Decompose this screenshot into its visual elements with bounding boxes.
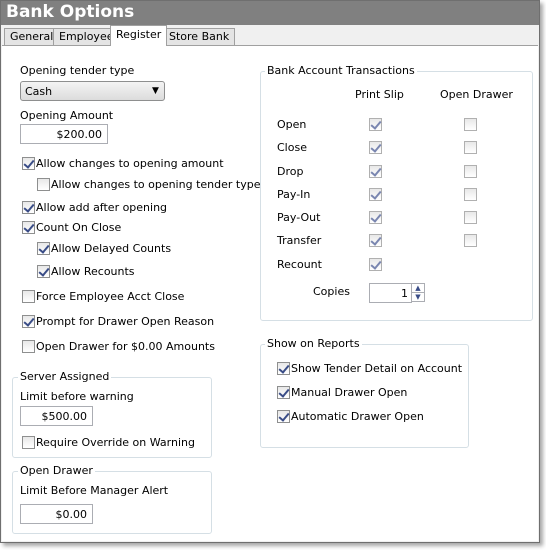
checkbox-5[interactable] <box>37 265 50 278</box>
open-drawer-checkbox[interactable] <box>464 165 477 178</box>
checkbox-4[interactable] <box>37 242 50 255</box>
report-checkbox-0[interactable] <box>277 362 290 375</box>
show-on-reports-title: Show on Reports <box>265 337 362 350</box>
report-checkbox-2[interactable] <box>277 410 290 423</box>
print-slip-checkbox[interactable] <box>369 165 382 178</box>
checkbox-label: Prompt for Drawer Open Reason <box>36 315 215 328</box>
checkbox-label: Allow changes to opening amount <box>36 157 224 170</box>
checkbox-3[interactable] <box>22 221 35 234</box>
print-slip-checkbox[interactable] <box>369 211 382 224</box>
tab-general[interactable]: General <box>4 28 60 45</box>
open-drawer-checkbox[interactable] <box>464 118 477 131</box>
checkbox-0[interactable] <box>22 157 35 170</box>
open-drawer-checkbox[interactable] <box>464 234 477 247</box>
server-assigned-title: Server Assigned <box>18 370 112 383</box>
report-checkbox-1[interactable] <box>277 386 290 399</box>
checkbox-6[interactable] <box>22 290 35 303</box>
checkbox-label: Allow add after opening <box>36 201 168 214</box>
checkbox-label: Force Employee Acct Close <box>36 290 185 303</box>
report-checkbox-label: Show Tender Detail on Account <box>291 362 463 375</box>
report-checkbox-label: Manual Drawer Open <box>291 386 408 399</box>
checkbox-1[interactable] <box>37 178 50 191</box>
tab-store-bank[interactable]: Store Bank <box>163 28 236 45</box>
copies-label: Copies <box>313 285 350 298</box>
checkbox-2[interactable] <box>22 201 35 214</box>
require-override-checkbox[interactable] <box>22 436 35 449</box>
checkbox-label: Open Drawer for $0.00 Amounts <box>36 340 215 353</box>
print-slip-checkbox[interactable] <box>369 118 382 131</box>
print-slip-header: Print Slip <box>355 88 404 101</box>
transaction-label: Transfer <box>277 234 322 247</box>
open-drawer-title: Open Drawer <box>18 464 95 477</box>
manager-alert-input[interactable]: $0.00 <box>20 504 93 524</box>
checkbox-label: Count On Close <box>36 221 122 234</box>
print-slip-checkbox[interactable] <box>369 141 382 154</box>
copies-input[interactable]: 1 <box>369 283 412 303</box>
open-drawer-checkbox[interactable] <box>464 141 477 154</box>
transaction-label: Open <box>277 118 307 131</box>
opening-tender-type-label: Opening tender type <box>20 64 135 77</box>
checkbox-label: Allow Delayed Counts <box>51 242 172 255</box>
checkbox-label: Allow changes to opening tender type <box>51 178 261 191</box>
checkbox-8[interactable] <box>22 340 35 353</box>
open-drawer-header: Open Drawer <box>440 88 513 101</box>
print-slip-checkbox[interactable] <box>369 258 382 271</box>
opening-amount-label: Opening Amount <box>20 109 114 122</box>
transaction-label: Pay-Out <box>277 211 321 224</box>
report-checkbox-label: Automatic Drawer Open <box>291 410 424 423</box>
print-slip-checkbox[interactable] <box>369 188 382 201</box>
window-title: Bank Options <box>1 1 539 25</box>
checkbox-label: Allow Recounts <box>51 265 135 278</box>
open-drawer-checkbox[interactable] <box>464 211 477 224</box>
transaction-label: Drop <box>277 165 304 178</box>
open-drawer-group <box>12 471 212 534</box>
transaction-label: Pay-In <box>277 188 311 201</box>
print-slip-checkbox[interactable] <box>369 234 382 247</box>
opening-amount-input[interactable]: $200.00 <box>20 124 108 144</box>
spin-down-icon[interactable]: ▼ <box>411 292 425 302</box>
limit-before-warning-input[interactable]: $500.00 <box>20 406 93 426</box>
checkbox-7[interactable] <box>22 315 35 328</box>
transaction-label: Close <box>277 141 307 154</box>
opening-tender-type-select[interactable]: Cash <box>20 81 165 101</box>
open-drawer-checkbox[interactable] <box>464 188 477 201</box>
bank-transactions-title: Bank Account Transactions <box>265 64 417 77</box>
transaction-label: Recount <box>277 258 322 271</box>
tab-register[interactable]: Register <box>110 25 168 46</box>
chevron-down-icon: ▼ <box>152 86 159 96</box>
require-override-label: Require Override on Warning <box>36 436 195 449</box>
manager-alert-label: Limit Before Manager Alert <box>20 484 169 497</box>
limit-before-warning-label: Limit before warning <box>20 390 134 403</box>
